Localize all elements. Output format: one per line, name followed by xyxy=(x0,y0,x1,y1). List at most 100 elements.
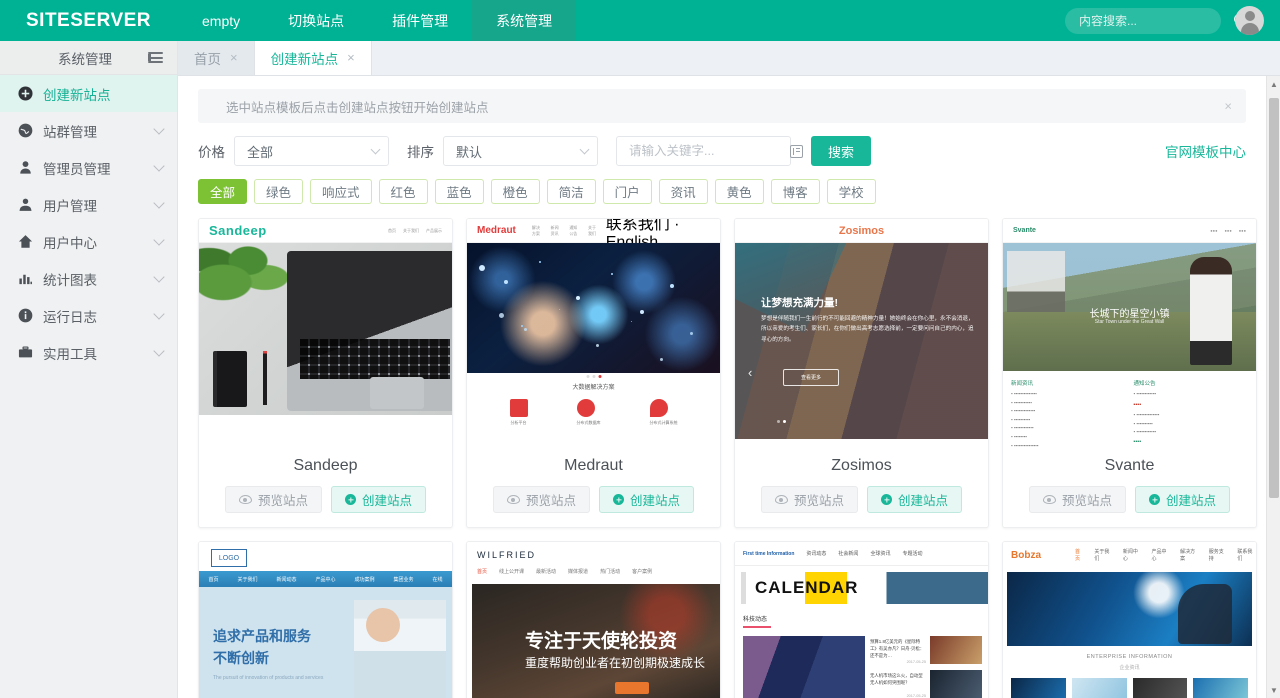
close-icon[interactable]: × xyxy=(1224,99,1232,114)
nav-item-plugin-manage[interactable]: 插件管理 xyxy=(368,0,472,41)
eye-icon xyxy=(239,495,252,504)
template-card[interactable]: Medraut 解决方案 新闻资讯 通知公告 关于我们 联系我们 · Engli… xyxy=(466,218,721,528)
chevron-down-icon xyxy=(153,123,164,134)
preview-site-button[interactable]: 预览站点 xyxy=(225,486,322,513)
card-body: Sandeep 预览站点 创建站点 xyxy=(199,447,452,527)
close-icon[interactable]: × xyxy=(347,51,355,64)
price-select[interactable]: 全部 xyxy=(234,136,389,166)
tag-yellow[interactable]: 黄色 xyxy=(715,179,764,204)
template-card[interactable]: Sandeep 首页 关于我们 产品展示 Sandeep xyxy=(198,218,453,528)
tag-green[interactable]: 绿色 xyxy=(254,179,303,204)
create-site-button[interactable]: 创建站点 xyxy=(331,486,426,513)
list-icon[interactable] xyxy=(790,145,803,158)
create-site-button[interactable]: 创建站点 xyxy=(1135,486,1230,513)
hero-title-line2: 不断创新 xyxy=(213,648,269,668)
preview-site-button[interactable]: 预览站点 xyxy=(1029,486,1126,513)
globe-icon xyxy=(16,122,34,140)
create-site-button[interactable]: 创建站点 xyxy=(599,486,694,513)
tag-news[interactable]: 资讯 xyxy=(659,179,708,204)
menu-collapse-icon[interactable] xyxy=(148,52,163,63)
keyword-input[interactable] xyxy=(629,144,790,158)
template-card[interactable]: WILFRIED 首页 线上公开课 最新活动 媒体报道 热门活动 客户案例 专注… xyxy=(466,541,721,698)
briefcase-icon xyxy=(16,344,34,362)
tab-create-site[interactable]: 创建新站点 × xyxy=(255,40,372,75)
sidebar-item-tools[interactable]: 实用工具 xyxy=(0,334,177,371)
sort-select[interactable]: 默认 xyxy=(443,136,598,166)
brand-text: SITESERVER xyxy=(26,11,151,30)
preview-site-button[interactable]: 预览站点 xyxy=(493,486,590,513)
user-avatar-icon[interactable] xyxy=(1235,6,1264,35)
scrollbar-thumb[interactable] xyxy=(1269,98,1279,498)
thumb-nav-item: 新闻动态 xyxy=(276,576,296,583)
sidebar-item-run-log[interactable]: 运行日志 xyxy=(0,297,177,334)
sidebar-header: 系统管理 xyxy=(0,41,177,75)
thumb-nav-item: 线上公开课 xyxy=(499,568,524,575)
preview-label: 预览站点 xyxy=(794,490,844,509)
template-card[interactable]: First time Information 资讯动态 社会新闻 全球资讯 专题… xyxy=(734,541,989,698)
keyword-field[interactable] xyxy=(616,136,791,166)
vertical-scrollbar[interactable]: ▲ ▼ xyxy=(1266,76,1280,698)
nav-item-empty[interactable]: empty xyxy=(178,0,264,41)
plus-circle-icon xyxy=(1149,494,1160,505)
thumb-hero-image: First time Information 资讯动态 社会新闻 全球资讯 专题… xyxy=(735,542,988,698)
thumb-logo: Svante xyxy=(1013,227,1036,234)
info-icon xyxy=(16,307,34,325)
tag-blue[interactable]: 蓝色 xyxy=(435,179,484,204)
close-icon[interactable]: × xyxy=(230,51,238,64)
template-thumbnail: WILFRIED 首页 线上公开课 最新活动 媒体报道 热门活动 客户案例 专注… xyxy=(467,542,720,698)
search-button[interactable]: 搜索 xyxy=(811,136,871,166)
thumb-nav-item: 成功案例 xyxy=(354,576,374,583)
tab-home[interactable]: 首页 × xyxy=(178,40,255,75)
notice-text: 选中站点模板后点击创建站点按钮开始创建站点 xyxy=(226,97,489,116)
sidebar-item-site-group[interactable]: 站群管理 xyxy=(0,112,177,149)
template-card[interactable]: LOGO 首页 关于我们 新闻动态 产品中心 成功案例 集团业务 在线 追求产品… xyxy=(198,541,453,698)
tag-all[interactable]: 全部 xyxy=(198,179,247,204)
sidebar-item-user-center[interactable]: 用户中心 xyxy=(0,223,177,260)
tag-simple[interactable]: 简洁 xyxy=(547,179,596,204)
create-site-button[interactable]: 创建站点 xyxy=(867,486,962,513)
carousel-prev-icon[interactable]: ‹ xyxy=(748,365,752,380)
top-nav-items: empty 切换站点 插件管理 系统管理 xyxy=(178,0,576,41)
thumb-nav-item: 解决方案 xyxy=(532,225,544,237)
preview-site-button[interactable]: 预览站点 xyxy=(761,486,858,513)
template-thumbnail: Svante ●●●●●●●●● 长城下的星空小镇 Star Town unde… xyxy=(1003,219,1256,447)
tag-responsive[interactable]: 响应式 xyxy=(310,179,372,204)
card-body: Medraut 预览站点 创建站点 xyxy=(467,447,720,527)
brand-logo[interactable]: SITESERVER xyxy=(0,0,178,41)
sidebar-item-create-site[interactable]: 创建新站点 xyxy=(0,75,177,112)
template-center-link[interactable]: 官网模板中心 xyxy=(1165,141,1246,161)
news-meta: 2017-05-25 xyxy=(907,660,926,664)
tag-red[interactable]: 红色 xyxy=(379,179,428,204)
global-search-input[interactable] xyxy=(1079,14,1234,28)
hero-title: 长城下的星空小镇 xyxy=(1090,305,1170,320)
scroll-up-arrow[interactable]: ▲ xyxy=(1267,76,1280,92)
tag-school[interactable]: 学校 xyxy=(827,179,876,204)
nav-item-switch-site[interactable]: 切换站点 xyxy=(264,0,368,41)
thumb-hero-image: WILFRIED 首页 线上公开课 最新活动 媒体报道 热门活动 客户案例 专注… xyxy=(467,542,720,698)
thumb-logo: Medraut xyxy=(477,225,516,236)
sidebar-item-statistics[interactable]: 统计图表 xyxy=(0,260,177,297)
sidebar-item-label: 运行日志 xyxy=(43,306,155,326)
sidebar-item-label: 创建新站点 xyxy=(43,84,163,104)
hero-subtitle: Star Town under the Great Wall xyxy=(1095,319,1164,325)
plus-circle-icon xyxy=(345,494,356,505)
tag-blog[interactable]: 博客 xyxy=(771,179,820,204)
template-card[interactable]: Zosimos ‹ 让梦想充满力量! 梦想是伴随我们一生前行的不可能回避的精神力… xyxy=(734,218,989,528)
template-card[interactable]: Svante ●●●●●●●●● 长城下的星空小镇 Star Town unde… xyxy=(1002,218,1257,528)
tag-portal[interactable]: 门户 xyxy=(603,179,652,204)
scroll-down-arrow[interactable]: ▼ xyxy=(1267,682,1280,698)
list-header: 通知公告 xyxy=(1134,379,1249,387)
feature-icon xyxy=(510,399,528,417)
global-search[interactable] xyxy=(1065,8,1221,34)
create-label: 创建站点 xyxy=(630,490,680,509)
card-actions: 预览站点 创建站点 xyxy=(199,486,452,513)
chevron-down-icon xyxy=(371,144,381,154)
sidebar-item-user-manage[interactable]: 用户管理 xyxy=(0,186,177,223)
sidebar-item-admin-manage[interactable]: 管理员管理 xyxy=(0,149,177,186)
template-card[interactable]: Bobza 首页 关于我们 新闻中心 产品中心 解决方案 服务支持 联系我们 E… xyxy=(1002,541,1257,698)
thumb-list-section: 新闻资讯 ▪ ▪▪▪▪▪▪▪▪▪▪▪▪▪▪▪ ▪▪▪▪▪▪▪▪▪▪▪ ▪ ▪▪▪… xyxy=(1003,371,1256,447)
tag-orange[interactable]: 橙色 xyxy=(491,179,540,204)
hero-button xyxy=(615,682,649,694)
nav-item-system-manage[interactable]: 系统管理 xyxy=(472,0,576,41)
thumb-nav: 首页 关于我们 新闻中心 产品中心 解决方案 服务支持 联系我们 xyxy=(1003,542,1256,568)
